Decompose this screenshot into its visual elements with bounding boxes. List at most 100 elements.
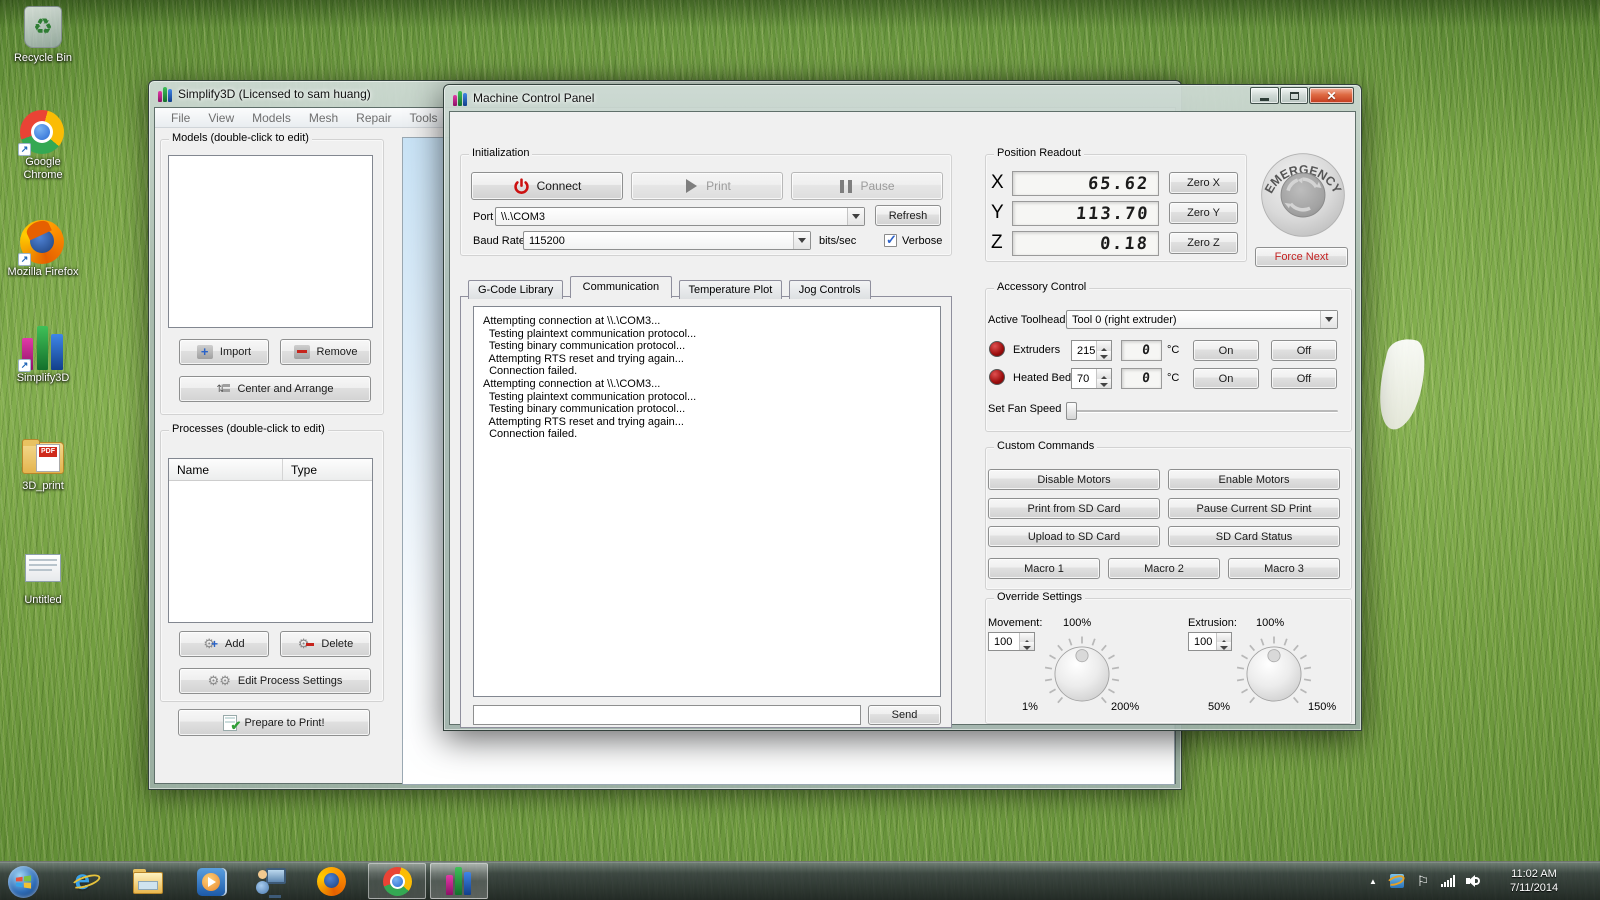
column-type[interactable]: Type [282,459,372,480]
menu-mesh[interactable]: Mesh [300,109,347,127]
pause-sd-print-button[interactable]: Pause Current SD Print [1168,498,1340,519]
zero-y-button[interactable]: Zero Y [1169,202,1238,224]
movement-knob[interactable] [1038,633,1126,709]
communication-log[interactable]: Attempting connection at \\.\COM3... Tes… [473,306,941,697]
taskbar-windows-explorer[interactable] [132,866,163,897]
heated-bed-on-button[interactable]: On [1193,368,1259,389]
simplify3d-icon [446,867,472,895]
print-button[interactable]: Print [631,172,783,200]
tray-action-center-icon[interactable]: ⚐ [1412,862,1434,900]
extruder-units-label: °C [1167,344,1179,356]
refresh-button[interactable]: Refresh [875,205,941,226]
mcp-titlebar[interactable]: Machine Control Panel [444,85,1361,111]
heated-bed-off-button[interactable]: Off [1271,368,1337,389]
extrusion-knob[interactable] [1230,633,1318,709]
print-document-icon: ✔ [223,715,237,731]
taskbar-media-player[interactable] [195,866,226,897]
movement-spinner[interactable]: 100 [988,632,1035,651]
models-list[interactable] [168,155,373,328]
sd-card-status-button[interactable]: SD Card Status [1168,526,1340,547]
menu-file[interactable]: File [162,109,199,127]
menu-tools[interactable]: Tools [401,109,447,127]
verbose-checkbox[interactable] [884,234,897,247]
emergency-stop-button[interactable]: EMERGENCY STOP [1259,151,1347,239]
macro-2-button[interactable]: Macro 2 [1108,558,1220,579]
taskbar-simplify3d-active[interactable] [430,863,488,899]
import-button[interactable]: + Import [179,339,269,365]
extrusion-percent-label: 100% [1256,617,1284,629]
desktop-icon-label: Google Chrome [6,156,80,182]
extruder-on-button[interactable]: On [1193,340,1259,361]
taskbar-firefox[interactable] [316,866,347,897]
send-button[interactable]: Send [868,705,941,725]
fan-speed-slider-handle[interactable] [1066,402,1077,420]
gcode-command-input[interactable] [473,705,861,725]
tab-communication[interactable]: Communication [570,276,672,298]
tray-network-icon[interactable] [1436,862,1460,900]
close-button[interactable]: ✕ [1309,87,1354,104]
extruder-led-indicator [989,341,1005,357]
extruder-setpoint-spinner[interactable]: 215 [1071,340,1112,361]
remove-button[interactable]: Remove [280,339,371,365]
extrusion-spinner[interactable]: 100 [1188,632,1232,651]
desktop-icon-3d-print-folder[interactable]: PDF 3D_print [6,434,80,493]
tray-clock[interactable]: 11:02 AM 7/11/2014 [1488,862,1580,900]
movement-max-label: 200% [1111,701,1139,713]
pause-button[interactable]: Pause [791,172,943,200]
processes-group: Processes (double-click to edit) Name Ty… [160,430,384,702]
disable-motors-button[interactable]: Disable Motors [988,469,1160,490]
column-name[interactable]: Name [169,459,282,480]
tab-temperature-plot[interactable]: Temperature Plot [679,280,783,299]
delete-process-button[interactable]: ⚙ Delete [280,631,371,657]
menu-repair[interactable]: Repair [347,109,400,127]
fan-speed-slider-track[interactable] [1066,410,1338,413]
center-and-arrange-button[interactable]: ⇅ Center and Arrange [179,376,371,402]
edit-process-settings-button[interactable]: ⚙⚙ Edit Process Settings [179,668,371,694]
gears-icon: ⚙⚙ [208,673,231,689]
zero-x-button[interactable]: Zero X [1169,172,1238,194]
taskbar-chrome-active[interactable] [368,863,426,899]
start-button[interactable] [8,866,39,897]
macro-3-button[interactable]: Macro 3 [1228,558,1340,579]
maximize-button[interactable] [1280,87,1308,104]
macro-1-button[interactable]: Macro 1 [988,558,1100,579]
upload-to-sd-button[interactable]: Upload to SD Card [988,526,1160,547]
heated-bed-setpoint-spinner[interactable]: 70 [1071,368,1112,389]
baud-units-label: bits/sec [819,235,856,247]
windows-logo-icon [8,866,39,898]
media-player-icon [197,868,225,896]
prepare-to-print-button[interactable]: ✔ Prepare to Print! [178,709,370,736]
taskbar-internet-explorer[interactable]: e [70,866,101,897]
add-process-button[interactable]: ⚙+ Add [179,631,269,657]
tray-volume-icon[interactable] [1462,862,1486,900]
desktop-icon-label: Recycle Bin [6,52,80,65]
taskbar-remote-assistance[interactable] [255,866,286,897]
enable-motors-button[interactable]: Enable Motors [1168,469,1340,490]
baud-rate-combo[interactable]: 115200 [523,231,811,250]
desktop-icon-google-chrome[interactable]: ↗ Google Chrome [6,110,80,182]
menu-models[interactable]: Models [243,109,300,127]
tray-show-hidden-icons[interactable]: ▲ [1362,862,1384,900]
extruder-off-button[interactable]: Off [1271,340,1337,361]
zero-z-button[interactable]: Zero Z [1169,232,1238,254]
desktop-icon-untitled[interactable]: Untitled [6,548,80,607]
desktop-icon-recycle-bin[interactable]: ♻ Recycle Bin [6,6,80,65]
desktop-icon-mozilla-firefox[interactable]: ↗ Mozilla Firefox [6,220,80,279]
power-icon [513,178,530,195]
communication-tab-panel: Attempting connection at \\.\COM3... Tes… [460,296,952,728]
force-next-button[interactable]: Force Next [1255,247,1348,267]
port-combo[interactable]: \\.\COM3 [495,207,865,226]
print-from-sd-button[interactable]: Print from SD Card [988,498,1160,519]
simplify3d-app-icon [158,87,172,102]
chrome-icon: ↗ [20,110,66,154]
desktop-icon-label: Untitled [6,594,80,607]
menu-view[interactable]: View [199,109,243,127]
tab-gcode-library[interactable]: G-Code Library [468,280,563,299]
tab-jog-controls[interactable]: Jog Controls [789,280,871,299]
minimize-button[interactable] [1250,87,1279,104]
tray-windows-update-icon[interactable] [1386,862,1408,900]
active-toolhead-combo[interactable]: Tool 0 (right extruder) [1066,310,1338,329]
desktop-icon-simplify3d[interactable]: ↗ Simplify3D [6,326,80,385]
connect-button[interactable]: Connect [471,172,623,200]
processes-table[interactable]: Name Type [168,458,373,623]
